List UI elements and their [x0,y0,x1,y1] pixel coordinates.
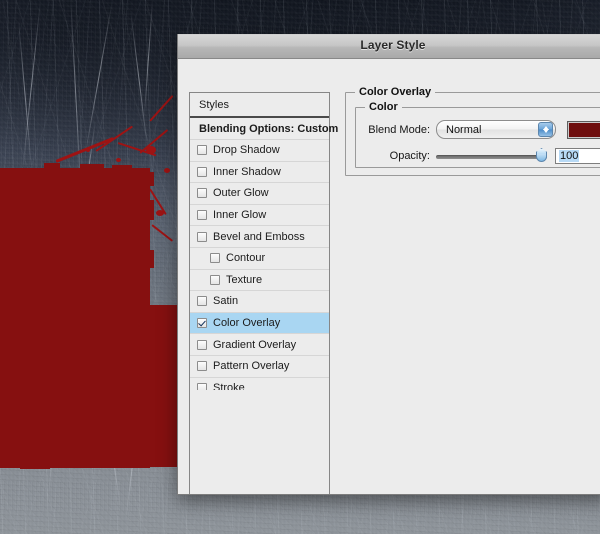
style-effect-label: Bevel and Emboss [213,230,305,243]
opacity-slider[interactable] [436,148,547,164]
style-effect-label: Contour [226,252,266,265]
checkbox-icon[interactable] [197,188,207,199]
opacity-slider-thumb[interactable] [536,151,547,162]
checkbox-icon[interactable] [197,231,207,242]
checkbox-icon[interactable] [197,210,207,221]
blending-options-label: Blending Options: Custom [199,122,339,135]
layer-style-dialog: Layer Style Styles Blending Options: Cus… [177,34,600,495]
style-effect-label: Pattern Overlay [213,360,290,373]
cross-edge-rough [125,462,161,467]
cross-edge-rough [44,163,60,171]
style-effect-row[interactable]: Bevel and Emboss [190,226,329,248]
style-effect-label: Texture [226,273,263,286]
paint-droplet [116,158,121,162]
style-effect-label: Inner Shadow [213,165,281,178]
opacity-input[interactable]: 100 [555,148,600,164]
style-effect-label: Inner Glow [213,209,267,222]
color-subgroup: Color Blend Mode: Normal Opacity: 100 [355,101,600,168]
color-overlay-group-title: Color Overlay [355,86,436,98]
opacity-value: 100 [559,150,580,162]
checkbox-icon[interactable] [197,361,207,372]
opacity-label: Opacity: [389,150,430,162]
color-swatch-button[interactable] [567,120,600,139]
cross-edge-rough [148,250,154,268]
red-cross-horizontal-bar [0,305,183,467]
style-effect-label: Drop Shadow [213,144,280,157]
checkbox-icon[interactable] [197,339,207,350]
blend-mode-row: Blend Mode: Normal [356,120,600,139]
blend-mode-label: Blend Mode: [368,123,430,136]
checkbox-checked-icon[interactable] [197,318,207,329]
checkbox-icon[interactable] [210,274,220,285]
styles-list-header[interactable]: Styles [190,93,329,118]
checkbox-icon[interactable] [197,166,207,177]
style-effect-label: Gradient Overlay [213,338,297,351]
color-overlay-group: Color Overlay Color Blend Mode: Normal O… [345,86,600,176]
cross-edge-rough [146,200,154,220]
chevron-updown-icon[interactable] [538,122,553,137]
paint-droplet [156,210,164,216]
style-effect-row[interactable]: Outer Glow [190,183,329,205]
opacity-row: Opacity: 100 % [356,148,600,164]
style-effect-row[interactable]: Contour [190,247,329,270]
paint-droplet [86,148,90,152]
style-effect-row[interactable]: Texture [190,269,329,292]
style-effect-row[interactable]: Inner Glow [190,204,329,227]
opacity-slider-track[interactable] [436,155,547,159]
styles-header-label: Styles [199,98,229,111]
style-effect-row[interactable]: Inner Shadow [190,161,329,184]
style-effect-row[interactable]: Pattern Overlay [190,355,329,378]
cross-edge-rough [80,164,104,170]
color-subgroup-title: Color [365,101,402,113]
style-effect-row[interactable]: Satin [190,291,329,313]
cross-edge-rough [144,172,154,186]
cross-edge-rough [112,165,132,170]
checkbox-icon[interactable] [210,253,220,264]
style-effect-label: Outer Glow [213,187,269,200]
cross-edge-rough [20,462,50,469]
dialog-titlebar[interactable]: Layer Style [178,34,600,59]
style-effect-row[interactable]: Color Overlay [190,312,329,335]
style-effect-row[interactable]: Gradient Overlay [190,334,329,356]
dialog-body: Styles Blending Options: Custom Drop Sha… [178,59,600,494]
cross-edge-rough [70,462,110,468]
styles-list-panel: Styles Blending Options: Custom Drop Sha… [189,92,338,494]
style-effect-label: Color Overlay [213,317,281,330]
dialog-title: Layer Style [360,38,426,52]
checkbox-icon[interactable] [197,296,207,307]
blend-mode-value: Normal [446,123,482,136]
styles-list-empty-area [190,390,329,494]
style-effect-label: Satin [213,295,239,308]
screenshot-root: Layer Style Styles Blending Options: Cus… [0,0,600,534]
blend-mode-select[interactable]: Normal [436,120,556,139]
paint-droplet [146,146,156,154]
style-effect-row[interactable]: Drop Shadow [190,140,329,162]
style-effect-list: Drop Shadow Inner Shadow Outer Glow Inner G… [190,140,329,400]
paint-droplet [164,168,170,173]
blending-options-row[interactable]: Blending Options: Custom [190,118,338,140]
checkbox-icon[interactable] [197,145,207,156]
